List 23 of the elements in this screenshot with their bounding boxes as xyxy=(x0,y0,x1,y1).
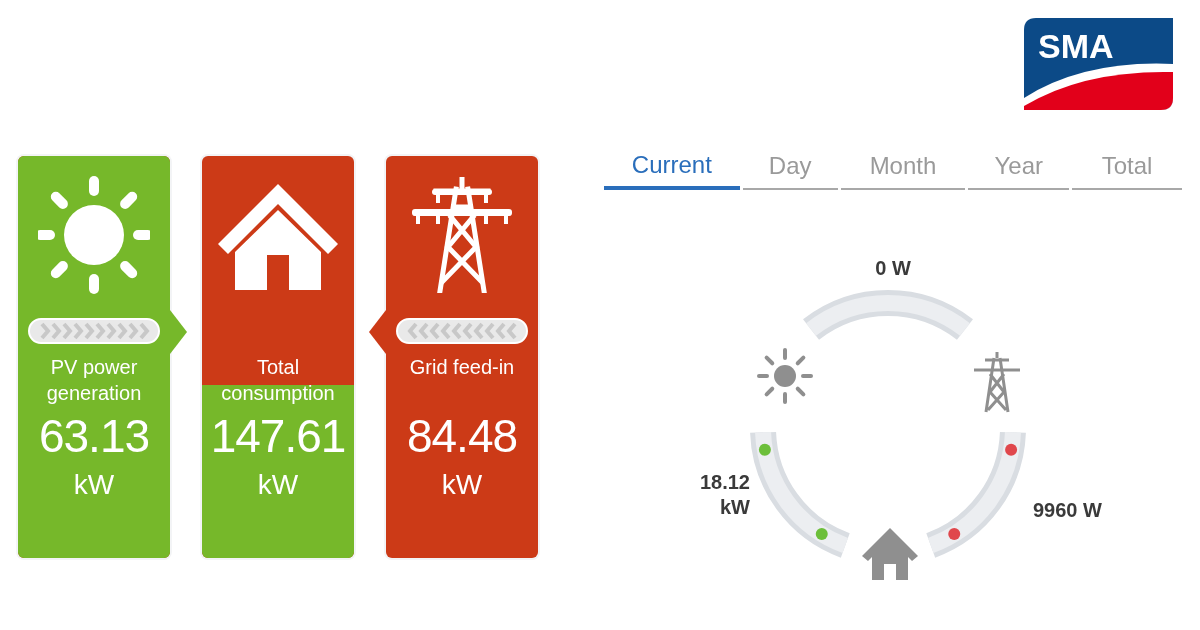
pylon-icon xyxy=(410,177,514,293)
tab[interactable]: Day xyxy=(742,144,838,190)
card-value: 84.48 xyxy=(406,410,518,462)
tab[interactable]: Current xyxy=(604,144,740,190)
flow-reading: 18.12 kW xyxy=(698,470,750,520)
card-unit: kW xyxy=(257,468,299,502)
flow-reading: 9960 W xyxy=(1033,498,1102,523)
card-label: Total consumption xyxy=(220,355,336,406)
card-label: PV power generation xyxy=(45,355,143,406)
tab[interactable]: Total xyxy=(1072,144,1182,190)
tab[interactable]: Year xyxy=(968,144,1070,190)
sun-icon xyxy=(757,348,813,404)
logo-text: SMA xyxy=(1038,26,1114,66)
house-icon xyxy=(862,528,918,580)
card-unit: kW xyxy=(73,468,115,502)
card-unit: kW xyxy=(441,468,483,502)
card-value: 147.61 xyxy=(210,410,346,462)
card-label: Grid feed-in xyxy=(409,355,515,380)
sun-icon xyxy=(38,174,150,296)
card-value: 63.13 xyxy=(38,410,150,462)
pylon-icon xyxy=(972,350,1022,414)
tab[interactable]: Month xyxy=(840,144,966,190)
flow-reading: 0 W xyxy=(875,256,911,281)
